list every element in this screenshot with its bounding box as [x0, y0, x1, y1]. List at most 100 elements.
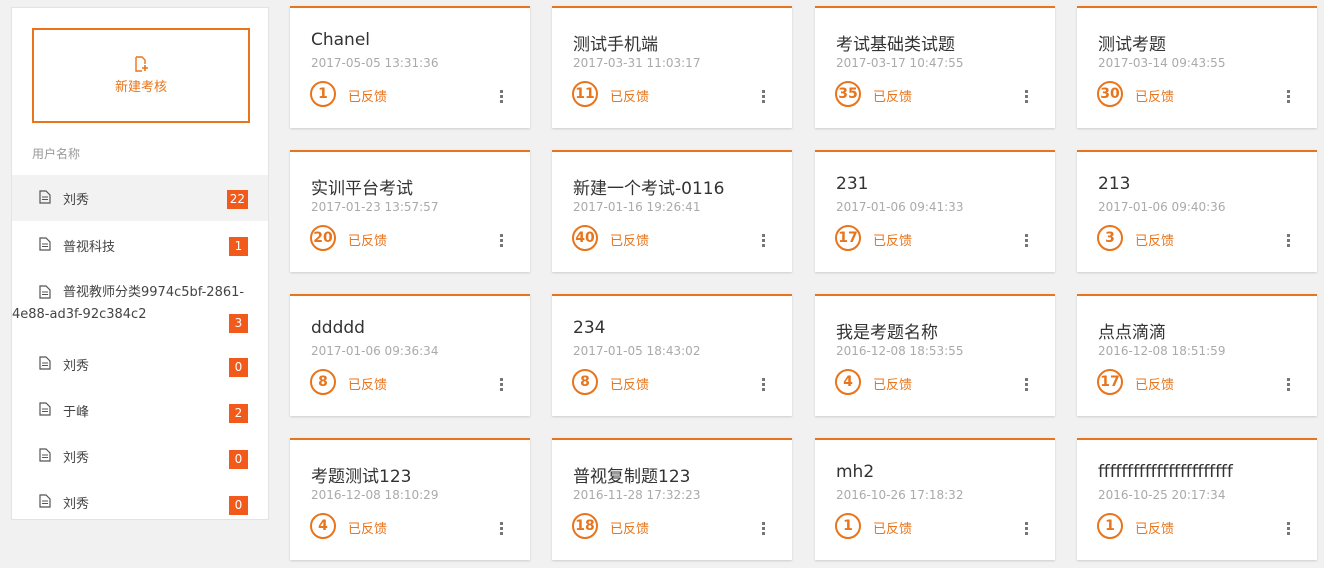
feedback-count: 3 — [1097, 225, 1123, 251]
feedback-count: 20 — [310, 225, 336, 251]
exam-date: 2017-01-16 19:26:41 — [573, 200, 701, 214]
exam-card[interactable]: Chanel 2017-05-05 13:31:36 1 已反馈 — [290, 6, 530, 128]
more-menu-icon[interactable] — [1025, 90, 1029, 104]
sidebar-user-label: 刘秀 — [63, 359, 90, 374]
feedback-count: 4 — [310, 513, 336, 539]
exam-date: 2017-03-14 09:43:55 — [1098, 56, 1226, 70]
feedback-status: 已反馈 — [610, 90, 650, 105]
more-menu-icon[interactable] — [1287, 522, 1291, 536]
sidebar: 新建考核 用户名称 刘秀 22 普视科技 1 普视教师分类9974c5bf-28… — [11, 7, 269, 520]
more-menu-icon[interactable] — [1025, 378, 1029, 392]
more-menu-icon[interactable] — [500, 522, 504, 536]
feedback-status: 已反馈 — [1135, 90, 1175, 105]
exam-title: 新建一个考试-0116 — [573, 179, 725, 199]
exam-title: 234 — [573, 318, 606, 338]
count-badge: 0 — [229, 450, 248, 469]
feedback-count: 18 — [572, 513, 598, 539]
sidebar-user-item[interactable]: 刘秀 0 — [12, 349, 268, 395]
exam-title: 231 — [836, 174, 869, 194]
document-icon — [39, 356, 51, 370]
feedback-status: 已反馈 — [348, 234, 388, 249]
sidebar-user-item[interactable]: 刘秀 22 — [12, 175, 268, 221]
exam-card[interactable]: 测试手机端 2017-03-31 11:03:17 11 已反馈 — [552, 6, 792, 128]
exam-date: 2017-03-31 11:03:17 — [573, 56, 701, 70]
document-icon — [39, 402, 51, 416]
more-menu-icon[interactable] — [500, 234, 504, 248]
add-file-icon — [135, 56, 148, 72]
exam-title: 我是考题名称 — [836, 323, 938, 343]
exam-card[interactable]: fffffffffffffffffffffff 2016-10-25 20:17… — [1077, 438, 1317, 560]
sidebar-user-item[interactable]: 刘秀 0 — [12, 441, 268, 487]
exam-date: 2017-03-17 10:47:55 — [836, 56, 964, 70]
more-menu-icon[interactable] — [1287, 234, 1291, 248]
more-menu-icon[interactable] — [1287, 90, 1291, 104]
exam-date: 2017-01-06 09:40:36 — [1098, 200, 1226, 214]
more-menu-icon[interactable] — [1025, 234, 1029, 248]
sidebar-user-item[interactable]: 于峰 2 — [12, 395, 268, 441]
exam-card[interactable]: 231 2017-01-06 09:41:33 17 已反馈 — [815, 150, 1055, 272]
feedback-count: 17 — [835, 225, 861, 251]
feedback-status: 已反馈 — [610, 378, 650, 393]
exam-date: 2017-05-05 13:31:36 — [311, 56, 439, 70]
feedback-status: 已反馈 — [873, 378, 913, 393]
exam-card[interactable]: 考题测试123 2016-12-08 18:10:29 4 已反馈 — [290, 438, 530, 560]
exam-date: 2017-01-06 09:41:33 — [836, 200, 964, 214]
sidebar-user-item[interactable]: 普视教师分类9974c5bf-2861-4e88-ad3f-92c384c2 3 — [12, 269, 268, 349]
exam-card[interactable]: 点点滴滴 2016-12-08 18:51:59 17 已反馈 — [1077, 294, 1317, 416]
exam-card[interactable]: 新建一个考试-0116 2017-01-16 19:26:41 40 已反馈 — [552, 150, 792, 272]
exam-title: 考试基础类试题 — [836, 35, 955, 55]
feedback-status: 已反馈 — [873, 234, 913, 249]
exam-title: 点点滴滴 — [1098, 323, 1166, 343]
feedback-status: 已反馈 — [348, 90, 388, 105]
exam-card[interactable]: 考试基础类试题 2017-03-17 10:47:55 35 已反馈 — [815, 6, 1055, 128]
exam-date: 2016-10-25 20:17:34 — [1098, 488, 1226, 502]
exam-card[interactable]: 实训平台考试 2017-01-23 13:57:57 20 已反馈 — [290, 150, 530, 272]
count-badge: 22 — [226, 190, 248, 209]
document-icon — [39, 494, 51, 508]
count-badge: 0 — [229, 496, 248, 515]
feedback-count: 40 — [572, 225, 598, 251]
exam-card[interactable]: 我是考题名称 2016-12-08 18:53:55 4 已反馈 — [815, 294, 1055, 416]
exam-card[interactable]: 213 2017-01-06 09:40:36 3 已反馈 — [1077, 150, 1317, 272]
feedback-count: 30 — [1097, 81, 1123, 107]
sidebar-user-item[interactable]: 普视科技 1 — [12, 221, 268, 269]
more-menu-icon[interactable] — [762, 522, 766, 536]
more-menu-icon[interactable] — [762, 378, 766, 392]
exam-title: 213 — [1098, 174, 1131, 194]
document-icon — [39, 237, 51, 251]
count-badge: 0 — [229, 358, 248, 377]
document-icon — [39, 448, 51, 462]
feedback-status: 已反馈 — [348, 378, 388, 393]
exam-card[interactable]: 234 2017-01-05 18:43:02 8 已反馈 — [552, 294, 792, 416]
feedback-count: 8 — [310, 369, 336, 395]
more-menu-icon[interactable] — [500, 90, 504, 104]
exam-card[interactable]: 普视复制题123 2016-11-28 17:32:23 18 已反馈 — [552, 438, 792, 560]
feedback-status: 已反馈 — [610, 234, 650, 249]
exam-card[interactable]: 测试考题 2017-03-14 09:43:55 30 已反馈 — [1077, 6, 1317, 128]
sidebar-user-label: 刘秀 — [63, 451, 90, 466]
count-badge: 2 — [229, 404, 248, 423]
more-menu-icon[interactable] — [500, 378, 504, 392]
feedback-status: 已反馈 — [873, 522, 913, 537]
exam-date: 2016-12-08 18:10:29 — [311, 488, 439, 502]
sidebar-user-label: 刘秀 — [63, 497, 90, 512]
exam-title: 考题测试123 — [311, 467, 412, 487]
sidebar-user-item[interactable]: 刘秀 0 — [12, 487, 268, 533]
more-menu-icon[interactable] — [762, 234, 766, 248]
more-menu-icon[interactable] — [1025, 522, 1029, 536]
more-menu-icon[interactable] — [762, 90, 766, 104]
feedback-count: 11 — [572, 81, 598, 107]
exam-title: 普视复制题123 — [573, 467, 691, 487]
exam-title: fffffffffffffffffffffff — [1098, 462, 1233, 482]
more-menu-icon[interactable] — [1287, 378, 1291, 392]
exam-card[interactable]: mh2 2016-10-26 17:18:32 1 已反馈 — [815, 438, 1055, 560]
exam-title: ddddd — [311, 318, 365, 338]
feedback-count: 8 — [572, 369, 598, 395]
exam-title: Chanel — [311, 30, 371, 50]
exam-date: 2016-12-08 18:53:55 — [836, 344, 964, 358]
feedback-status: 已反馈 — [348, 522, 388, 537]
new-exam-button[interactable]: 新建考核 — [32, 28, 250, 123]
exam-card[interactable]: ddddd 2017-01-06 09:36:34 8 已反馈 — [290, 294, 530, 416]
exam-title: 测试手机端 — [573, 35, 658, 55]
feedback-count: 17 — [1097, 369, 1123, 395]
